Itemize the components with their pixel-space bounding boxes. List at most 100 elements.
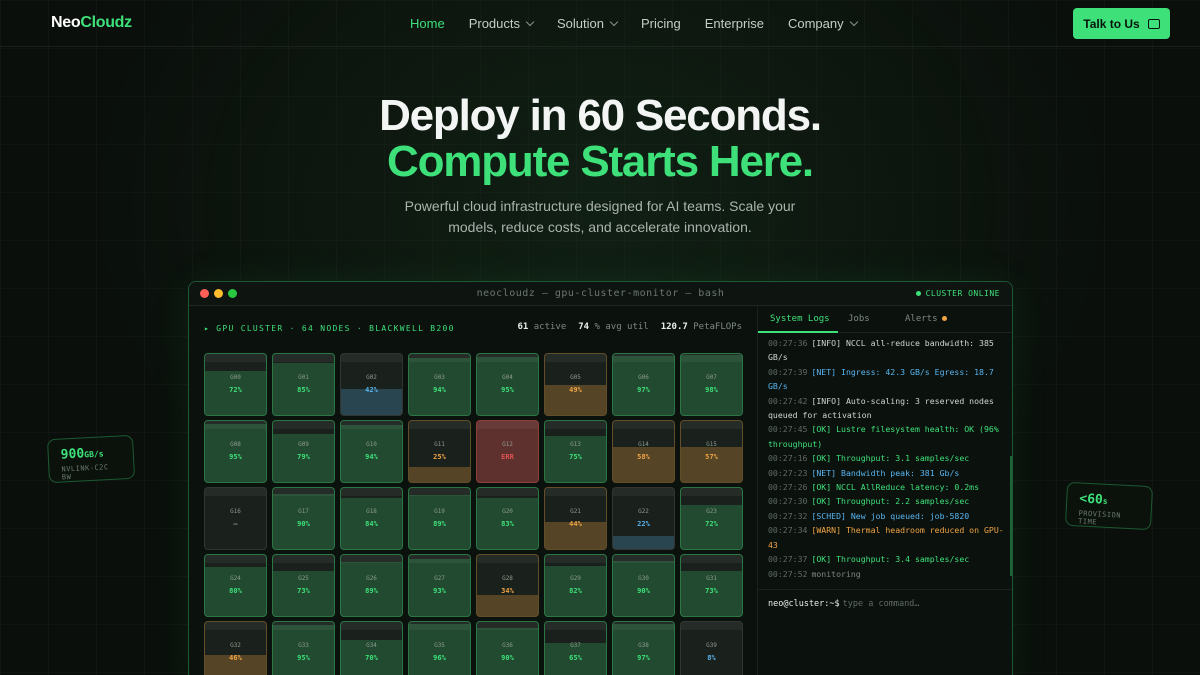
gpu-id: G09	[298, 441, 309, 448]
gpu-id: G25	[298, 575, 309, 582]
gpu-id: G06	[638, 374, 649, 381]
gpu-node-g24[interactable]: G24 80%	[204, 554, 267, 617]
gpu-node-g13[interactable]: G13 75%	[544, 420, 607, 483]
gpu-id: G19	[434, 508, 445, 515]
gpu-id: G38	[638, 642, 649, 649]
tab-alerts[interactable]: Alerts	[905, 314, 947, 324]
gpu-node-g28[interactable]: G28 34%	[476, 554, 539, 617]
logo[interactable]: NeoCloudz	[51, 14, 132, 32]
gpu-id: G20	[502, 508, 513, 515]
gpu-node-g20[interactable]: G20 83%	[476, 487, 539, 550]
logs-scrollbar[interactable]	[1010, 456, 1012, 576]
tab-system-logs[interactable]: System Logs	[770, 314, 830, 324]
status-dot-icon	[915, 291, 921, 296]
gpu-util: 83%	[501, 520, 514, 528]
gpu-node-g09[interactable]: G09 79%	[272, 420, 335, 483]
gpu-util: 93%	[433, 587, 446, 595]
gpu-node-g18[interactable]: G18 84%	[340, 487, 403, 550]
gpu-node-g27[interactable]: G27 93%	[408, 554, 471, 617]
nav-link-pricing[interactable]: Pricing	[641, 16, 681, 31]
gpu-node-g04[interactable]: G04 95%	[476, 353, 539, 416]
gpu-id: G05	[570, 374, 581, 381]
gpu-util: 65%	[569, 654, 582, 662]
gpu-node-g14[interactable]: G14 58%	[612, 420, 675, 483]
gpu-id: G13	[570, 441, 581, 448]
gpu-util: 89%	[365, 587, 378, 595]
gpu-id: G01	[298, 374, 309, 381]
log-line: 00:27:36 [INFO] NCCL all-reduce bandwidth…	[768, 338, 994, 363]
gpu-node-g02[interactable]: G02 42%	[340, 353, 403, 416]
gpu-node-g32[interactable]: G32 46%	[204, 621, 267, 675]
gpu-node-g36[interactable]: G36 90%	[476, 621, 539, 675]
gpu-id: G14	[638, 441, 649, 448]
gpu-id: G32	[230, 642, 241, 649]
gpu-node-g16[interactable]: G16 —	[204, 487, 267, 550]
log-line: 00:27:52 monitoring	[768, 568, 861, 579]
utilization-fill	[477, 595, 538, 616]
gpu-node-g31[interactable]: G31 73%	[680, 554, 743, 617]
tab-jobs[interactable]: Jobs	[848, 314, 870, 324]
gpu-node-g01[interactable]: G01 85%	[272, 353, 335, 416]
gpu-node-g35[interactable]: G35 96%	[408, 621, 471, 675]
gpu-node-g08[interactable]: G08 95%	[204, 420, 267, 483]
gpu-node-g30[interactable]: G30 90%	[612, 554, 675, 617]
hero-subtitle: Powerful cloud infrastructure designed f…	[404, 198, 796, 235]
gpu-node-g29[interactable]: G29 82%	[544, 554, 607, 617]
gpu-node-g34[interactable]: G34 70%	[340, 621, 403, 675]
window-title: neocloudz — gpu-cluster-monitor — bash	[476, 288, 725, 299]
gpu-node-g39[interactable]: G39 8%	[680, 621, 743, 675]
gpu-util: 85%	[297, 386, 310, 394]
chat-icon	[1147, 18, 1160, 29]
gpu-id: G29	[570, 575, 581, 582]
gpu-util: 89%	[433, 520, 446, 528]
gpu-node-g10[interactable]: G10 94%	[340, 420, 403, 483]
gpu-node-g38[interactable]: G38 97%	[612, 621, 675, 675]
log-line: 00:27:30 [OK] Throughput: 2.2 samples/sec	[768, 496, 970, 507]
cta-label: Talk to Us	[1083, 16, 1140, 31]
gpu-node-g26[interactable]: G26 89%	[340, 554, 403, 617]
nav-link-solution[interactable]: Solution	[557, 16, 619, 31]
gpu-id: G02	[366, 374, 377, 381]
gpu-node-g22[interactable]: G22 22%	[612, 487, 675, 550]
gpu-util: —	[233, 520, 238, 528]
nav-link-company[interactable]: Company	[788, 16, 858, 31]
gpu-util: ERR	[501, 453, 514, 461]
prompt-label: neo@cluster:~$	[768, 599, 840, 609]
nav-links: Home Products Solution Pricing Enterprise Com…	[410, 16, 881, 31]
nav-link-enterprise[interactable]: Enterprise	[705, 16, 764, 31]
gpu-id: G23	[706, 508, 717, 515]
gpu-node-g33[interactable]: G33 95%	[272, 621, 335, 675]
panel-tabs: System Logs Jobs Alerts	[758, 306, 1012, 333]
gpu-node-g15[interactable]: G15 57%	[680, 420, 743, 483]
gpu-node-g11[interactable]: G11 25%	[408, 420, 471, 483]
gpu-util: 70%	[365, 654, 378, 662]
gpu-node-g12[interactable]: G12 ERR	[476, 420, 539, 483]
hero-title-line1: Deploy in 60 Seconds.	[379, 91, 822, 140]
provision-time-card: <60s PROVISION TIME	[1064, 481, 1154, 531]
chevron-down-icon	[609, 17, 619, 27]
gpu-node-g25[interactable]: G25 73%	[272, 554, 335, 617]
gpu-util: 57%	[705, 453, 718, 461]
gpu-util: 96%	[433, 654, 446, 662]
talk-to-us-button[interactable]: Talk to Us	[1073, 8, 1170, 39]
gpu-id: G16	[230, 508, 241, 515]
nav-link-home[interactable]: Home	[410, 16, 445, 31]
gpu-node-g37[interactable]: G37 65%	[544, 621, 607, 675]
log-line: 00:27:45 [OK] Lustre filesystem health: O…	[768, 424, 999, 449]
gpu-node-g05[interactable]: G05 49%	[544, 353, 607, 416]
gpu-node-g07[interactable]: G07 98%	[680, 353, 743, 416]
gpu-node-g00[interactable]: G00 72%	[204, 353, 267, 416]
system-logs: 00:27:36 [INFO] NCCL all-reduce bandwidth…	[768, 336, 1006, 581]
utilization-fill	[477, 421, 538, 482]
gpu-util: 72%	[229, 386, 242, 394]
command-input[interactable]: neo@cluster:~$ type a command…	[758, 589, 1012, 619]
gpu-node-g19[interactable]: G19 89%	[408, 487, 471, 550]
gpu-node-g06[interactable]: G06 97%	[612, 353, 675, 416]
gpu-node-g17[interactable]: G17 90%	[272, 487, 335, 550]
nav-link-products[interactable]: Products	[469, 16, 535, 31]
gpu-node-g23[interactable]: G23 72%	[680, 487, 743, 550]
gpu-util: 94%	[365, 453, 378, 461]
gpu-node-g03[interactable]: G03 94%	[408, 353, 471, 416]
gpu-node-g21[interactable]: G21 44%	[544, 487, 607, 550]
gpu-util: 44%	[569, 520, 582, 528]
